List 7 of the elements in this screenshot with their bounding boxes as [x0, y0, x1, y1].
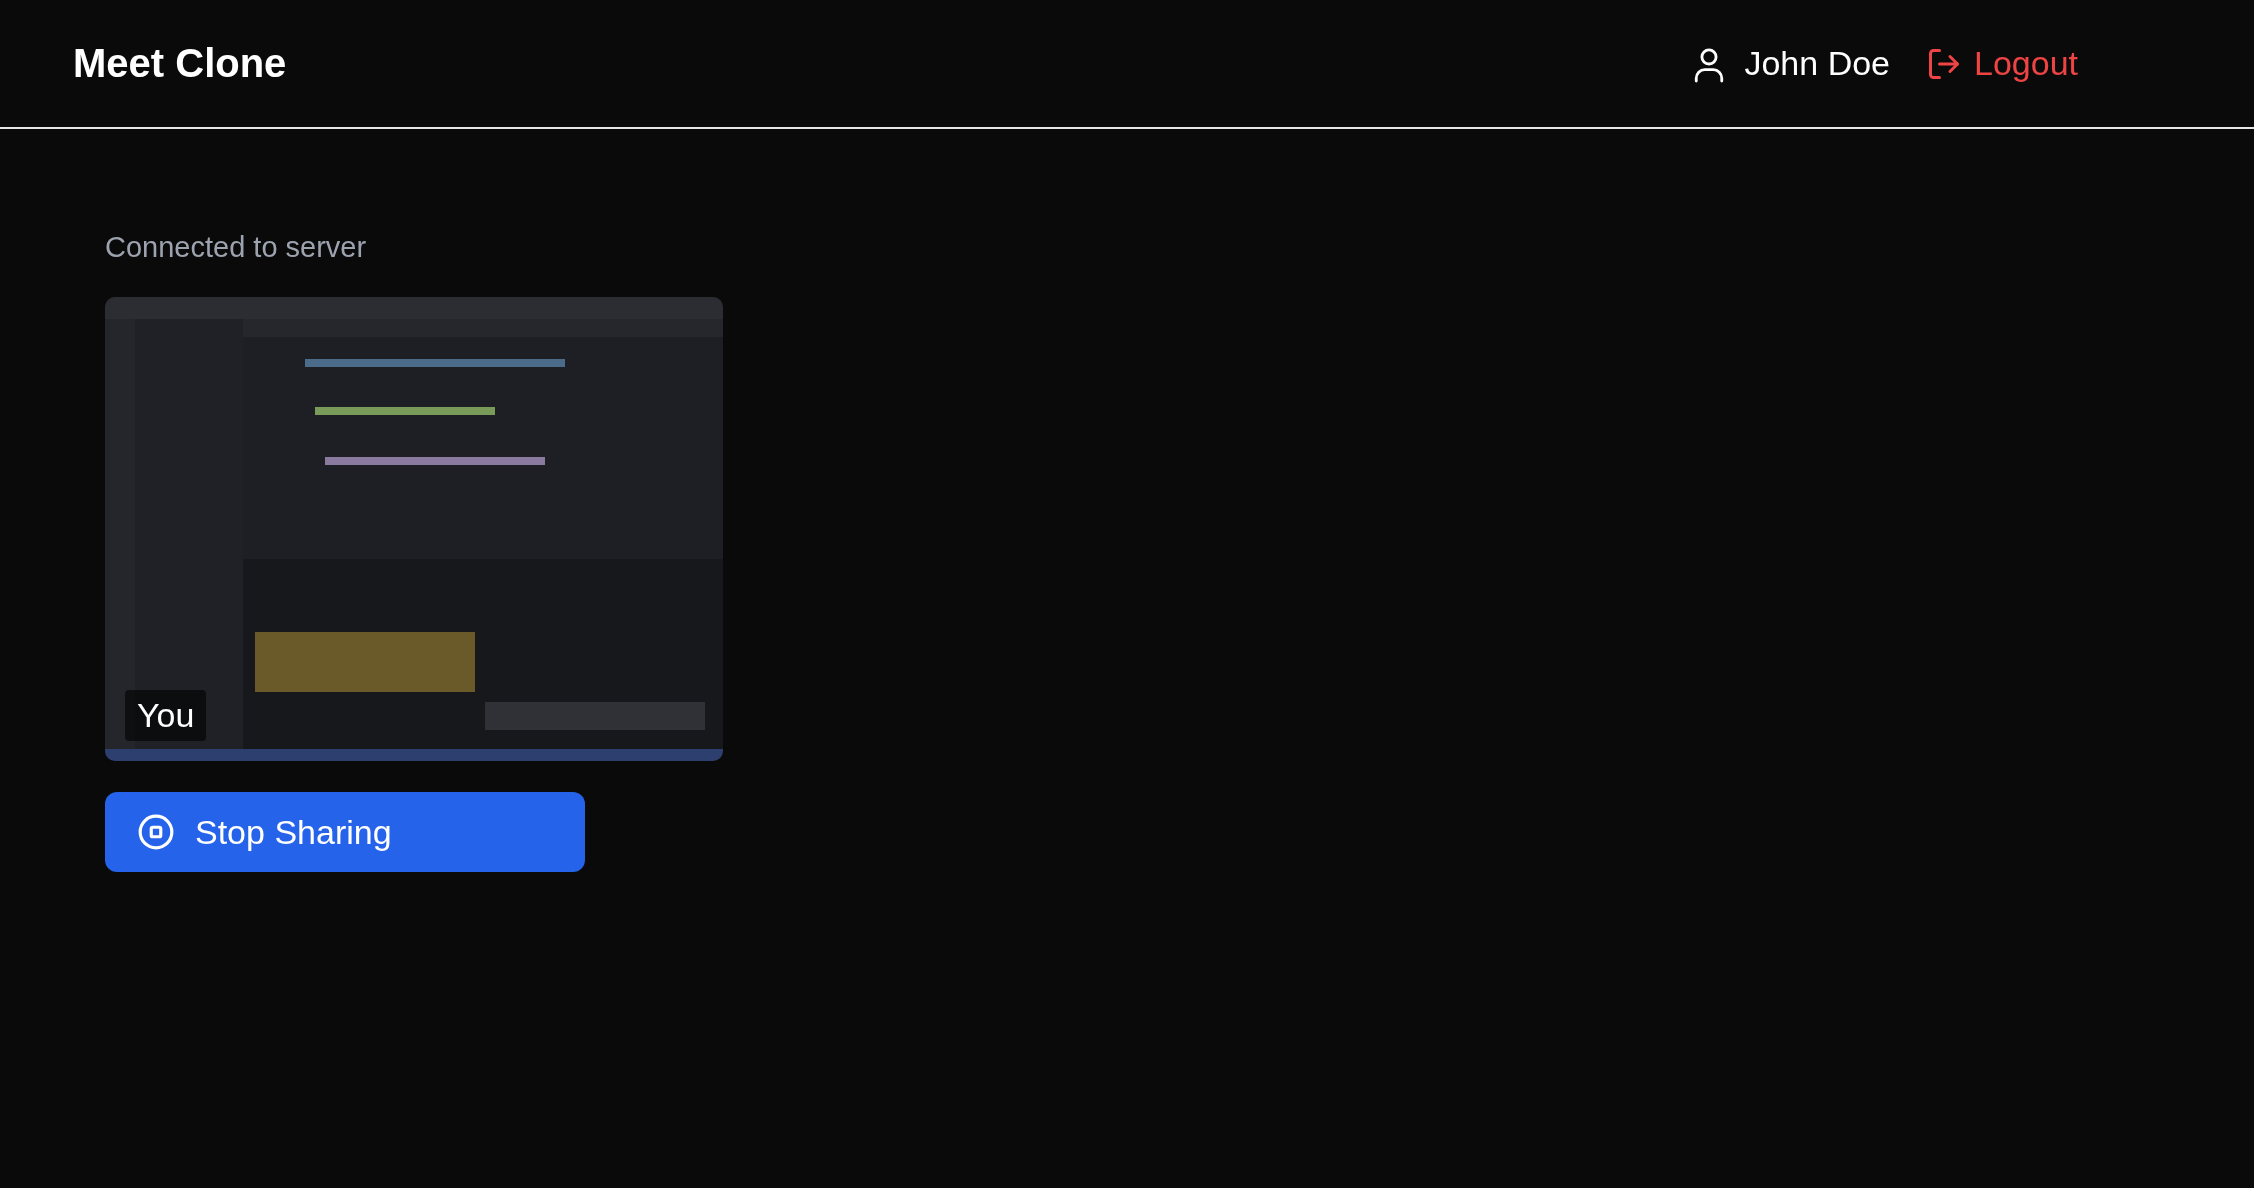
- stop-sharing-button[interactable]: Stop Sharing: [105, 792, 585, 872]
- connection-status: Connected to server: [105, 231, 367, 264]
- stop-icon: [137, 813, 175, 851]
- participant-label: You: [125, 690, 207, 741]
- user-name: John Doe: [1744, 44, 1890, 83]
- logout-link[interactable]: Logout: [1926, 44, 2078, 83]
- app-title: Meet Clone: [73, 41, 287, 86]
